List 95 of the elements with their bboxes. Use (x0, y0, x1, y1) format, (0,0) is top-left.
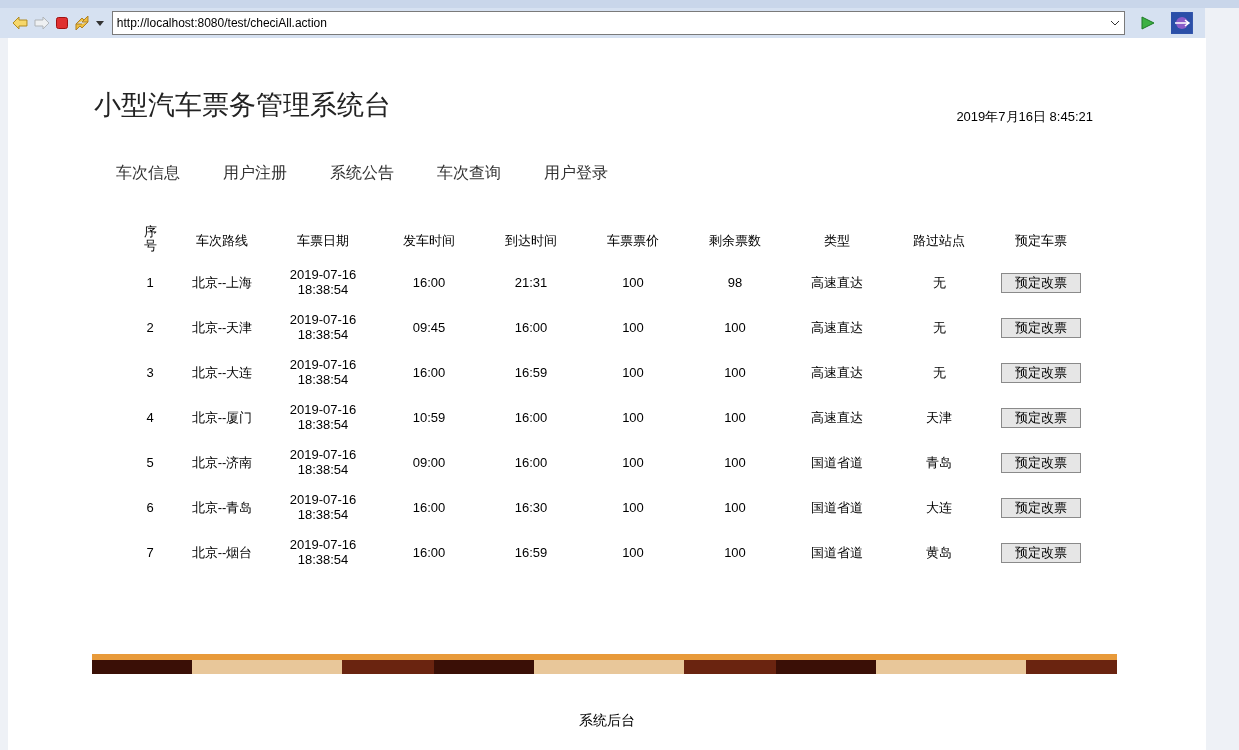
table-cell: 98 (727, 275, 743, 291)
table-cell: 16:30 (514, 500, 548, 516)
book-button[interactable]: 预定改票 (1001, 543, 1081, 563)
table-cell: 高速直达 (811, 410, 863, 426)
table-cell: 100 (724, 455, 746, 471)
table-cell: 北京--青岛 (191, 500, 253, 516)
column-header: 序号 (143, 225, 157, 254)
table-cell: 5 (146, 455, 154, 471)
table-cell: 16:59 (514, 365, 548, 381)
table-cell-text: 2019-07-16 18:38:54 (288, 356, 358, 387)
table-cell: 16:00 (514, 320, 548, 336)
table-cell: 09:00 (412, 455, 446, 471)
table-cell-text: 2019-07-16 18:38:54 (288, 266, 358, 297)
admin-link[interactable]: 系统后台 (579, 709, 635, 731)
table-cell: 3 (146, 365, 154, 381)
table-cell: 高速直达 (811, 275, 863, 291)
table-cell-text: 2019-07-16 18:38:54 (288, 401, 358, 432)
stop-icon[interactable] (55, 17, 68, 29)
table-cell: 高速直达 (811, 365, 863, 381)
table-cell: 100 (622, 410, 644, 426)
column-header: 类型 (824, 232, 850, 248)
page-title: 小型汽车票务管理系统台 (94, 89, 391, 122)
nav-link[interactable]: 车次查询 (437, 160, 501, 185)
table-cell: 天津 (926, 410, 952, 426)
table-cell: 16:00 (412, 500, 446, 516)
table-cell: 100 (724, 500, 746, 516)
table-cell: 09:45 (412, 320, 446, 336)
table-cell: 100 (724, 545, 746, 561)
column-header: 到达时间 (505, 232, 557, 248)
caret-icon[interactable] (95, 20, 104, 26)
table-cell: 16:00 (412, 275, 446, 291)
table-cell: 北京--济南 (191, 455, 253, 471)
table-cell: 100 (724, 365, 746, 381)
column-header: 车票票价 (607, 232, 659, 248)
table-cell: 北京--烟台 (191, 545, 253, 561)
table-cell: 6 (146, 500, 154, 516)
url-field[interactable]: http://localhost:8080/test/checiAll.action (111, 11, 1126, 35)
table-cell-text: 2019-07-16 18:38:54 (288, 491, 358, 522)
table-cell: 16:00 (412, 545, 446, 561)
book-button[interactable]: 预定改票 (1001, 453, 1081, 473)
date-time: 2019年7月16日 8:45:21 (956, 108, 1093, 126)
table-cell: 100 (622, 545, 644, 561)
nav-link[interactable]: 系统公告 (330, 160, 394, 185)
table-cell: 16:59 (514, 545, 548, 561)
table-cell: 高速直达 (811, 320, 863, 336)
column-header: 剩余票数 (709, 232, 761, 248)
table-cell: 100 (724, 410, 746, 426)
chevron-down-icon[interactable] (1110, 20, 1121, 26)
book-button[interactable]: 预定改票 (1001, 498, 1081, 518)
exit-icon[interactable] (1171, 12, 1193, 34)
book-button[interactable]: 预定改票 (1001, 408, 1081, 428)
table-cell: 无 (932, 365, 946, 381)
table-cell: 国道省道 (811, 545, 863, 561)
play-icon[interactable] (1141, 16, 1156, 30)
book-button[interactable]: 预定改票 (1001, 273, 1081, 293)
table-cell: 100 (622, 275, 644, 291)
table-cell: 北京--天津 (191, 320, 253, 336)
table-cell: 北京--上海 (191, 275, 253, 291)
table-cell: 100 (622, 455, 644, 471)
table-cell: 国道省道 (811, 455, 863, 471)
column-header: 发车时间 (403, 232, 455, 248)
nav-link[interactable]: 车次信息 (116, 160, 180, 185)
nav-link[interactable]: 用户注册 (223, 160, 287, 185)
column-header: 预定车票 (1015, 232, 1067, 248)
table-cell-text: 2019-07-16 18:38:54 (288, 446, 358, 477)
table-cell: 北京--大连 (191, 365, 253, 381)
table-cell: 青岛 (926, 455, 952, 471)
table-cell: 100 (622, 320, 644, 336)
book-button[interactable]: 预定改票 (1001, 363, 1081, 383)
table-cell: 4 (146, 410, 154, 426)
table-cell: 16:00 (514, 455, 548, 471)
column-header: 车票日期 (297, 232, 349, 248)
table-cell: 无 (932, 275, 946, 291)
column-header: 车次路线 (196, 232, 248, 248)
nav-link[interactable]: 用户登录 (544, 160, 608, 185)
refresh-icon[interactable] (73, 15, 90, 31)
table-cell: 大连 (926, 500, 952, 516)
table-cell: 1 (146, 275, 154, 291)
table-cell: 16:00 (412, 365, 446, 381)
table-cell: 7 (146, 545, 154, 561)
table-cell: 100 (724, 320, 746, 336)
column-header: 路过站点 (913, 232, 965, 248)
table-cell: 北京--厦门 (191, 410, 253, 426)
table-cell: 16:00 (514, 410, 548, 426)
table-cell-text: 2019-07-16 18:38:54 (288, 536, 358, 567)
table-cell: 100 (622, 365, 644, 381)
table-cell-text: 2019-07-16 18:38:54 (288, 311, 358, 342)
table-cell: 国道省道 (811, 500, 863, 516)
table-cell: 10:59 (412, 410, 446, 426)
table-cell: 黄岛 (926, 545, 952, 561)
table-cell: 无 (932, 320, 946, 336)
table-cell: 100 (622, 500, 644, 516)
book-button[interactable]: 预定改票 (1001, 318, 1081, 338)
table-cell: 21:31 (514, 275, 548, 291)
table-cell: 2 (146, 320, 154, 336)
